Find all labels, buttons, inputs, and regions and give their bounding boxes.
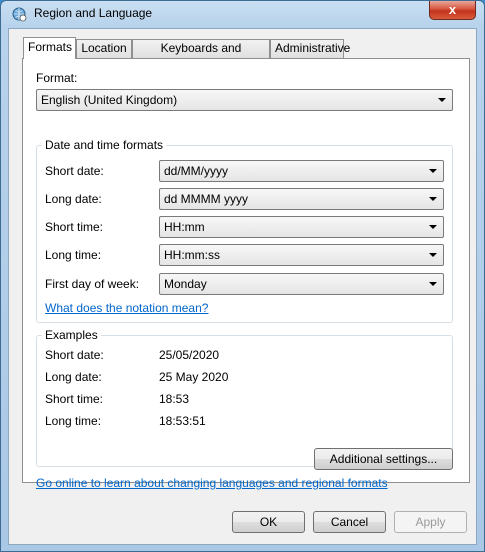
- tab-keyboards-languages[interactable]: Keyboards and Languages: [132, 39, 270, 72]
- short-date-value: dd/MM/yyyy: [164, 164, 229, 178]
- online-help-link[interactable]: Go online to learn about changing langua…: [36, 476, 388, 490]
- tab-formats[interactable]: Formats: [23, 37, 76, 59]
- cancel-button[interactable]: Cancel: [313, 511, 386, 533]
- example-short-date-label: Short date:: [45, 348, 104, 362]
- globe-clock-icon: [12, 7, 27, 22]
- long-time-dropdown[interactable]: HH:mm:ss: [159, 244, 444, 266]
- tab-formats-label: Formats: [28, 40, 73, 54]
- short-time-label: Short time:: [45, 220, 104, 234]
- chevron-down-icon: [429, 253, 437, 257]
- close-button[interactable]: x: [429, 1, 476, 20]
- short-time-dropdown[interactable]: HH:mm: [159, 216, 444, 238]
- example-long-date-value: 25 May 2020: [159, 370, 229, 384]
- ok-button[interactable]: OK: [232, 511, 305, 533]
- tab-location-label: Location: [81, 41, 127, 55]
- format-value: English (United Kingdom): [41, 93, 178, 107]
- example-short-time-label: Short time:: [45, 392, 104, 406]
- example-long-time-label: Long time:: [45, 414, 102, 428]
- date-time-formats-group: Date and time formats Short date: dd/MM/…: [36, 138, 453, 323]
- first-day-of-week-dropdown[interactable]: Monday: [159, 273, 444, 295]
- chevron-down-icon: [429, 225, 437, 229]
- date-time-formats-title: Date and time formats: [42, 138, 167, 152]
- notation-help-link[interactable]: What does the notation mean?: [45, 301, 208, 315]
- example-short-date-value: 25/05/2020: [159, 348, 220, 362]
- tab-location[interactable]: Location: [76, 39, 132, 58]
- long-time-label: Long time:: [45, 248, 102, 262]
- formats-panel: Format: English (United Kingdom) Date an…: [22, 58, 470, 490]
- chevron-down-icon: [429, 197, 437, 201]
- long-date-dropdown[interactable]: dd MMMM yyyy: [159, 188, 444, 210]
- title-bar[interactable]: Region and Language x: [1, 1, 485, 27]
- apply-button[interactable]: Apply: [394, 511, 467, 533]
- dialog-client-area: Formats Location Keyboards and Languages…: [8, 28, 477, 545]
- format-dropdown[interactable]: English (United Kingdom): [36, 89, 453, 111]
- first-day-of-week-label: First day of week:: [45, 277, 140, 291]
- additional-settings-button[interactable]: Additional settings...: [314, 448, 453, 470]
- short-time-value: HH:mm: [164, 220, 205, 234]
- long-time-value: HH:mm:ss: [164, 248, 220, 262]
- region-language-dialog: Region and Language x Formats Location K…: [0, 0, 485, 552]
- short-date-dropdown[interactable]: dd/MM/yyyy: [159, 160, 444, 182]
- window-title: Region and Language: [34, 6, 153, 20]
- chevron-down-icon: [429, 282, 437, 286]
- close-icon: x: [448, 2, 457, 17]
- first-day-of-week-value: Monday: [164, 277, 207, 291]
- chevron-down-icon: [438, 98, 446, 102]
- example-long-date-label: Long date:: [45, 370, 102, 384]
- short-date-label: Short date:: [45, 164, 104, 178]
- example-short-time-value: 18:53: [159, 392, 190, 406]
- chevron-down-icon: [429, 169, 437, 173]
- tab-administrative[interactable]: Administrative: [270, 39, 350, 58]
- examples-title: Examples: [42, 328, 101, 342]
- format-label: Format:: [36, 71, 78, 85]
- long-date-value: dd MMMM yyyy: [164, 192, 248, 206]
- long-date-label: Long date:: [45, 192, 102, 206]
- example-long-time-value: 18:53:51: [159, 414, 206, 428]
- tab-administrative-label: Administrative: [275, 41, 351, 55]
